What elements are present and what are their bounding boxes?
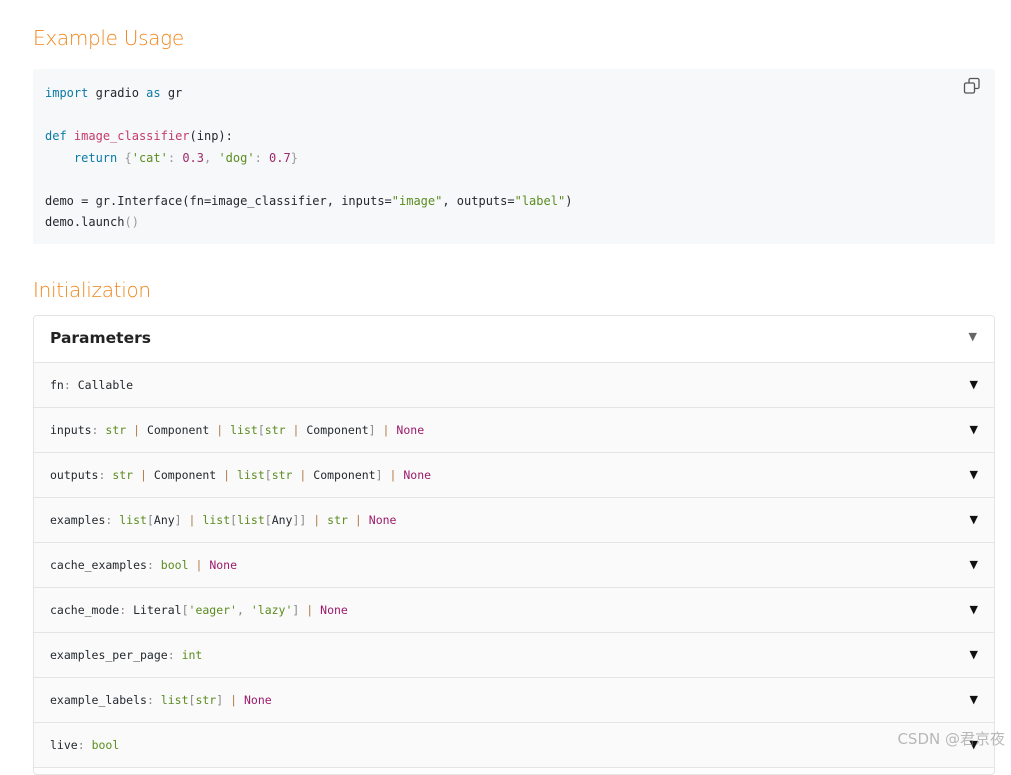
param-signature: examples: list[Any] | list[list[Any]] | … [50, 513, 397, 527]
code-line-2: def image_classifier(inp): [45, 129, 233, 143]
code-line-4: demo = gr.Interface(fn=image_classifier,… [45, 193, 573, 208]
param-signature: inputs: str | Component | list[str | Com… [50, 423, 425, 437]
param-name: cache_examples [50, 558, 147, 572]
param-name: inputs [50, 423, 92, 437]
param-signature: fn: Callable [50, 378, 134, 392]
parameters-title: Parameters [50, 329, 151, 347]
caret-down-icon[interactable]: ▼ [969, 330, 977, 343]
parameters-header[interactable]: Parameters ▼ [34, 316, 994, 363]
param-name: outputs [50, 468, 99, 482]
param-signature: example_labels: list[str] | None [50, 693, 272, 707]
param-type: list[str] | None [160, 693, 272, 707]
caret-down-icon[interactable]: ▼ [970, 378, 978, 391]
param-row-cache-examples[interactable]: cache_examples: bool | None ▼ [34, 543, 994, 588]
caret-down-icon[interactable]: ▼ [970, 648, 978, 661]
param-row-live[interactable]: live: bool ▼ [34, 723, 994, 768]
code-line-1: import gradio as gr [45, 86, 183, 100]
param-name: examples_per_page [50, 648, 168, 662]
caret-down-icon[interactable]: ▼ [970, 423, 978, 436]
parameters-panel: Parameters ▼ fn: Callable ▼ inputs: str | … [33, 315, 995, 775]
param-type: Callable [77, 378, 134, 392]
param-type: list[Any] | list[list[Any]] | str | None [119, 513, 397, 527]
param-type: str | Component | list[str | Component] … [112, 468, 432, 482]
param-row-example-labels[interactable]: example_labels: list[str] | None ▼ [34, 678, 994, 723]
param-type: str | Component | list[str | Component] … [105, 423, 425, 437]
copy-icon[interactable] [963, 77, 981, 95]
initialization-heading: Initialization [33, 278, 151, 302]
code-line-3: return {'cat': 0.3, 'dog': 0.7} [73, 150, 298, 165]
caret-down-icon[interactable]: ▼ [970, 513, 978, 526]
param-row-cache-mode[interactable]: cache_mode: Literal['eager', 'lazy'] | N… [34, 588, 994, 633]
code-line-5: demo.launch() [45, 215, 139, 229]
param-type: int [181, 648, 203, 662]
caret-down-icon[interactable]: ▼ [970, 558, 978, 571]
example-usage-heading: Example Usage [33, 26, 184, 50]
param-signature: cache_examples: bool | None [50, 558, 238, 572]
param-row-inputs[interactable]: inputs: str | Component | list[str | Com… [34, 408, 994, 453]
param-row-outputs[interactable]: outputs: str | Component | list[str | Co… [34, 453, 994, 498]
caret-down-icon[interactable]: ▼ [970, 693, 978, 706]
param-name: example_labels [50, 693, 147, 707]
param-row-fn[interactable]: fn: Callable ▼ [34, 363, 994, 408]
param-name: examples [50, 513, 106, 527]
watermark: CSDN @君京夜 [897, 730, 1005, 748]
param-type: bool [91, 738, 120, 752]
param-signature: examples_per_page: int [50, 648, 203, 662]
caret-down-icon[interactable]: ▼ [970, 468, 978, 481]
param-row-examples-per-page[interactable]: examples_per_page: int ▼ [34, 633, 994, 678]
param-name: cache_mode [50, 603, 120, 617]
caret-down-icon[interactable]: ▼ [970, 603, 978, 616]
code-block: import gradio as gr def image_classifier… [33, 69, 995, 244]
code-text: import gradio as gr def image_classifier… [45, 83, 572, 234]
param-name: live [50, 738, 78, 752]
param-type: bool | None [160, 558, 238, 572]
param-signature: outputs: str | Component | list[str | Co… [50, 468, 432, 482]
param-name: fn [50, 378, 64, 392]
param-type: Literal['eager', 'lazy'] | None [133, 603, 348, 617]
param-row-examples[interactable]: examples: list[Any] | list[list[Any]] | … [34, 498, 994, 543]
param-signature: live: bool [50, 738, 120, 752]
param-signature: cache_mode: Literal['eager', 'lazy'] | N… [50, 603, 348, 617]
